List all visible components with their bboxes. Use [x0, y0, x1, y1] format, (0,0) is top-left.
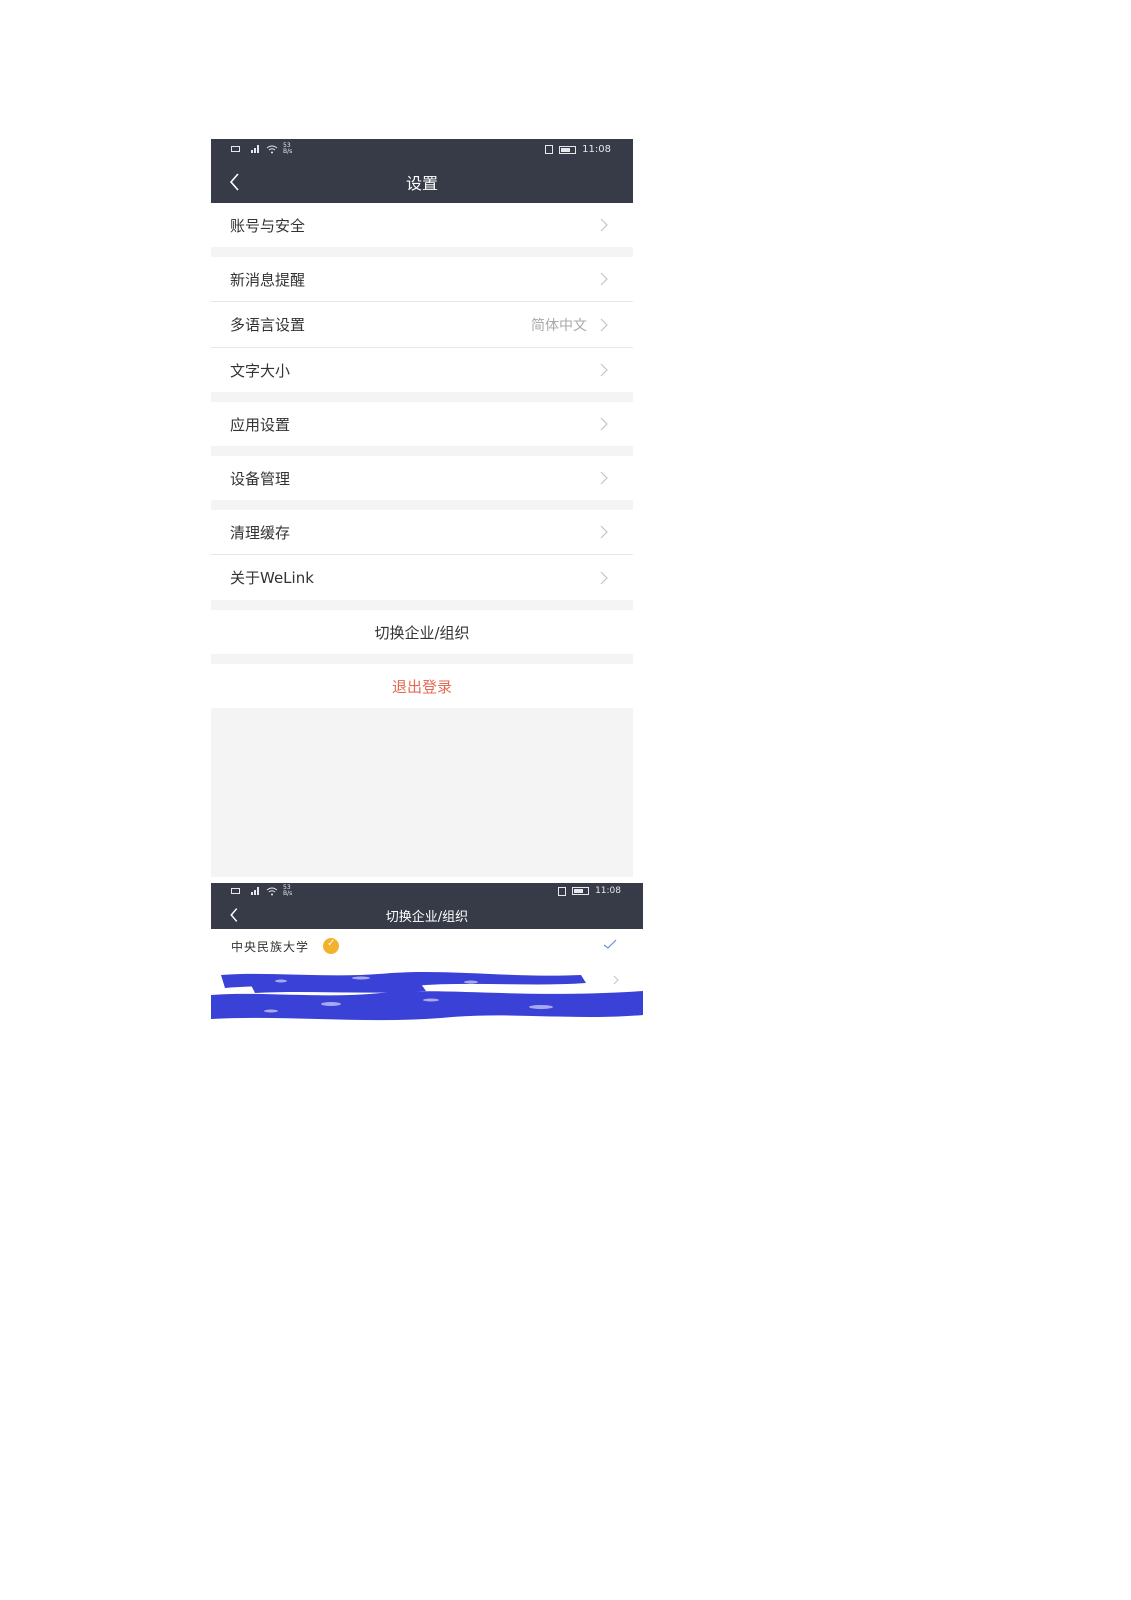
settings-item-app-settings[interactable]: 应用设置 [211, 402, 633, 446]
chevron-right-icon [600, 272, 608, 286]
logout-button[interactable]: 退出登录 [211, 664, 633, 708]
settings-screen: 53 B/s 11:08 设置 账号与安全 新消息提醒 多语言设置 简体中文 文… [211, 139, 633, 877]
back-arrow-icon[interactable] [223, 904, 245, 926]
settings-item-clear-cache[interactable]: 清理缓存 [211, 510, 633, 554]
vibrate-icon [558, 886, 567, 896]
settings-item-font-size[interactable]: 文字大小 [211, 348, 633, 392]
redacted-organization-list [211, 971, 643, 1021]
chevron-right-icon [600, 363, 608, 377]
chevron-right-icon [600, 471, 608, 485]
wifi-icon [266, 887, 278, 895]
chevron-right-icon [600, 218, 608, 232]
verified-badge-icon [323, 938, 340, 954]
chevron-right-icon [600, 417, 608, 431]
settings-item-about[interactable]: 关于WeLink [211, 555, 633, 600]
settings-item-label: 文字大小 [230, 361, 291, 380]
switch-organization-button[interactable]: 切换企业/组织 [211, 610, 633, 654]
status-time: 11:08 [582, 144, 611, 155]
signal-icon [245, 145, 261, 153]
net-speed: 53 B/s [283, 884, 293, 897]
switch-organization-screen: 53 B/s 11:08 切换企业/组织 中央民族大学 [211, 883, 643, 1028]
status-time: 11:08 [595, 886, 621, 896]
settings-item-label: 关于WeLink [230, 569, 314, 587]
vibrate-icon [545, 145, 554, 154]
language-value: 简体中文 [531, 317, 587, 334]
logout-label: 退出登录 [391, 677, 452, 696]
nav-bar: 设置 [211, 161, 633, 203]
sim-icon [231, 146, 240, 152]
settings-item-label: 应用设置 [230, 415, 291, 434]
status-bar: 53 B/s 11:08 [211, 139, 633, 161]
settings-item-label: 设备管理 [230, 469, 291, 488]
settings-item-new-message-alert[interactable]: 新消息提醒 [211, 257, 633, 301]
nav-bar: 切换企业/组织 [211, 901, 643, 929]
settings-item-device-management[interactable]: 设备管理 [211, 456, 633, 500]
wifi-icon [266, 145, 278, 153]
page-title: 设置 [405, 174, 438, 193]
settings-item-account-security[interactable]: 账号与安全 [211, 203, 633, 247]
organization-item[interactable]: 中央民族大学 [211, 929, 643, 963]
chevron-right-icon [600, 571, 608, 584]
check-icon [603, 939, 617, 949]
battery-icon [572, 887, 590, 895]
sim-icon [231, 888, 240, 894]
settings-item-label: 账号与安全 [230, 216, 306, 235]
organization-name: 中央民族大学 [231, 939, 310, 954]
switch-organization-label: 切换企业/组织 [374, 623, 470, 642]
settings-item-language[interactable]: 多语言设置 简体中文 [211, 302, 633, 347]
settings-item-label: 清理缓存 [230, 523, 291, 542]
back-arrow-icon[interactable] [223, 170, 247, 194]
signal-icon [245, 887, 261, 895]
chevron-right-icon [600, 525, 608, 539]
chevron-right-icon [600, 318, 608, 331]
page-title: 切换企业/组织 [385, 909, 469, 925]
settings-item-label: 新消息提醒 [230, 270, 306, 289]
net-speed: 53 B/s [283, 142, 293, 155]
settings-item-label: 多语言设置 [230, 316, 306, 334]
battery-icon [559, 145, 577, 154]
status-bar: 53 B/s 11:08 [211, 883, 643, 901]
